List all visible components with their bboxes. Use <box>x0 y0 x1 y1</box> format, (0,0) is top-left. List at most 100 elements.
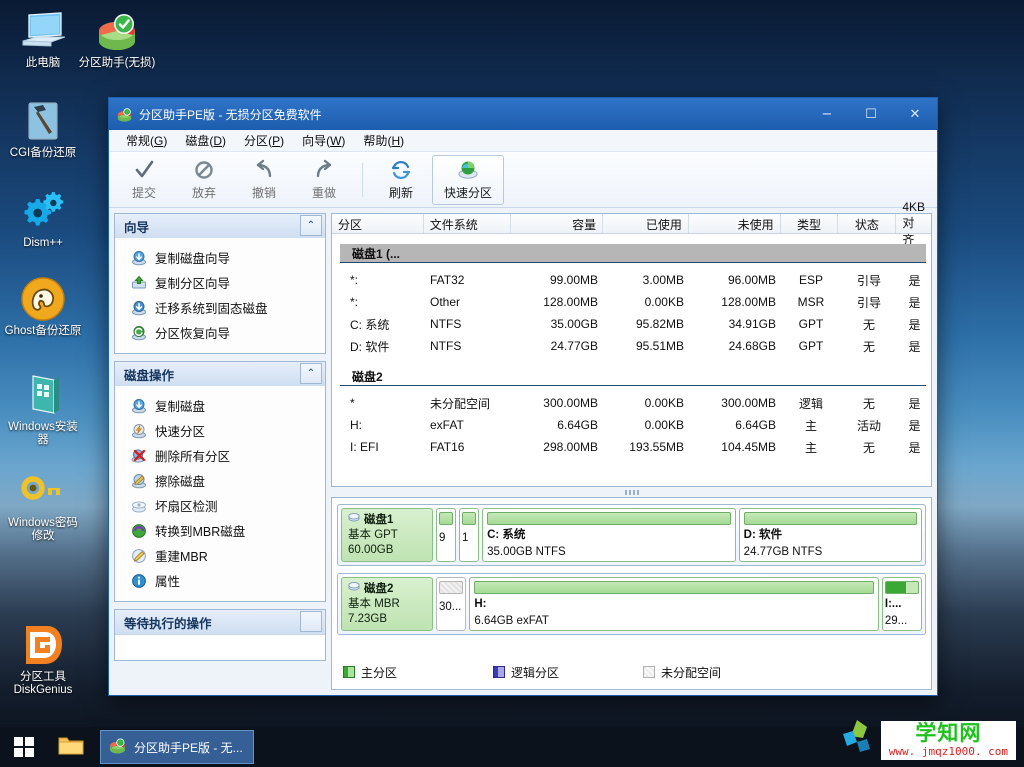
disk-map-row-1[interactable]: 磁盘1 基本 GPT 60.00GB 9 1 <box>337 504 926 566</box>
disk-map-partition-i[interactable]: I:... 29... <box>882 577 922 631</box>
sidebar-item-wipe-disk[interactable]: 擦除磁盘 <box>115 468 325 493</box>
column-header-used[interactable]: 已使用 <box>603 214 689 233</box>
sidebar-item-copy-partition-wizard[interactable]: 复制分区向导 <box>115 270 325 295</box>
desktop-icon-cgi-backup[interactable]: CGI备份还原 <box>4 98 82 160</box>
column-header-alignment[interactable]: 4KB对齐 <box>896 214 931 233</box>
menu-partition[interactable]: 分区(P) <box>235 131 293 150</box>
column-header-status[interactable]: 状态 <box>838 214 896 233</box>
toolbar-redo-button[interactable]: 重做 <box>295 155 353 205</box>
cell-capacity: 99.00MB <box>512 273 604 287</box>
disk-map-partition-d[interactable]: D: 软件 24.77GB NTFS <box>739 508 922 562</box>
disk-map-partition-msr[interactable]: 1 <box>459 508 479 562</box>
book-icon <box>20 372 66 418</box>
desktop-icon-diskgenius[interactable]: 分区工具 DiskGenius <box>4 622 82 697</box>
sidebar-item-convert-to-mbr[interactable]: 转换到MBR磁盘 <box>115 518 325 543</box>
cell-filesystem: exFAT <box>424 418 512 432</box>
toolbar-refresh-button[interactable]: 刷新 <box>372 155 430 205</box>
column-header-partition[interactable]: 分区 <box>332 214 424 233</box>
sidebar-item-bad-sector-check[interactable]: 坏扇区检测 <box>115 493 325 518</box>
desktop-icon-ghost-backup[interactable]: Ghost备份还原 <box>4 276 82 338</box>
sidebar: 向导 ⌃ 复制磁盘向导 复制分区向导 <box>114 213 326 690</box>
column-header-filesystem[interactable]: 文件系统 <box>424 214 512 233</box>
redo-icon <box>313 158 335 182</box>
lightning-icon <box>131 423 147 439</box>
disk-map-info-1: 磁盘1 基本 GPT 60.00GB <box>341 508 433 562</box>
cell-capacity: 298.00MB <box>512 440 604 454</box>
desktop-icon-partition-assistant[interactable]: 分区助手(无损) <box>78 8 156 70</box>
panel-pending-header[interactable]: 等待执行的操作 <box>115 610 325 634</box>
start-button[interactable] <box>0 727 48 767</box>
partition-detail: 9 <box>439 531 453 545</box>
cell-status: 无 <box>840 316 898 333</box>
desktop-icon-dism-plus[interactable]: Dism++ <box>4 188 82 250</box>
usage-bar <box>439 581 463 594</box>
ghost-icon <box>20 276 66 322</box>
close-button[interactable]: ✕ <box>893 99 937 130</box>
check-icon <box>133 158 155 182</box>
sidebar-item-copy-disk[interactable]: 复制磁盘 <box>115 393 325 418</box>
sidebar-item-rebuild-mbr[interactable]: 重建MBR <box>115 543 325 568</box>
partition-list-header: 分区 文件系统 容量 已使用 未使用 类型 状态 4KB对齐 <box>332 214 931 234</box>
column-header-unused[interactable]: 未使用 <box>689 214 781 233</box>
disk-group-title[interactable]: 磁盘2 <box>340 367 926 386</box>
chevron-up-icon[interactable]: ⌃ <box>300 215 322 236</box>
chevron-up-icon[interactable] <box>300 611 322 632</box>
panel-disk-operations-header[interactable]: 磁盘操作 ⌃ <box>115 362 325 386</box>
table-row[interactable]: *: FAT32 99.00MB 3.00MB 96.00MB ESP 引导 是 <box>332 269 931 291</box>
disk-map-partition-esp[interactable]: 9 <box>436 508 456 562</box>
toolbar-label: 撤销 <box>252 184 276 201</box>
menu-help[interactable]: 帮助(H) <box>354 131 413 150</box>
sidebar-item-copy-disk-wizard[interactable]: 复制磁盘向导 <box>115 245 325 270</box>
pending-operations-list[interactable] <box>115 634 325 660</box>
toolbar-commit-button[interactable]: 提交 <box>115 155 173 205</box>
app-icon <box>108 736 127 758</box>
disk-group-title[interactable]: 磁盘1 (... <box>340 244 926 263</box>
menu-general[interactable]: 常规(G) <box>117 131 176 150</box>
disk-map-partition-h[interactable]: H: 6.64GB exFAT <box>469 577 879 631</box>
menu-wizard[interactable]: 向导(W) <box>293 131 354 150</box>
sidebar-item-delete-all-partitions[interactable]: 删除所有分区 <box>115 443 325 468</box>
chevron-up-icon[interactable]: ⌃ <box>300 363 322 384</box>
table-row[interactable]: H: exFAT 6.64GB 0.00KB 6.64GB 主 活动 是 <box>332 414 931 436</box>
toolbar-label: 提交 <box>132 184 156 201</box>
toolbar-label: 刷新 <box>389 184 413 201</box>
menu-disk[interactable]: 磁盘(D) <box>176 131 235 150</box>
table-row[interactable]: * 未分配空间 300.00MB 0.00KB 300.00MB 逻辑 无 是 <box>332 392 931 414</box>
disk-map-row-2[interactable]: 磁盘2 基本 MBR 7.23GB 30... H: 6.64GB exFAT <box>337 573 926 635</box>
cell-alignment: 是 <box>898 395 931 412</box>
taskbar-file-explorer[interactable] <box>50 727 92 767</box>
sidebar-item-properties[interactable]: 属性 <box>115 568 325 593</box>
toolbar-undo-button[interactable]: 撤销 <box>235 155 293 205</box>
toolbar-quick-partition-button[interactable]: 快速分区 <box>432 155 504 205</box>
table-row[interactable]: C: 系统 NTFS 35.00GB 95.82MB 34.91GB GPT 无… <box>332 313 931 335</box>
cell-status: 无 <box>840 338 898 355</box>
maximize-button[interactable]: ☐ <box>849 99 893 130</box>
disk-map-partition-c[interactable]: C: 系统 35.00GB NTFS <box>482 508 736 562</box>
cell-type: GPT <box>782 317 840 331</box>
horizontal-splitter[interactable] <box>331 487 932 497</box>
table-row[interactable]: I: EFI FAT16 298.00MB 193.55MB 104.45MB … <box>332 436 931 458</box>
watermark-box: 学知网 www. jmqz1000. com <box>881 721 1016 760</box>
toolbar-discard-button[interactable]: 放弃 <box>175 155 233 205</box>
desktop-icon-windows-password[interactable]: Windows密码修改 <box>4 468 82 543</box>
desktop-icon-windows-installer[interactable]: Windows安装器 <box>4 372 82 447</box>
copy-partition-icon <box>131 275 147 291</box>
sidebar-item-migrate-os[interactable]: 迁移系统到固态磁盘 <box>115 295 325 320</box>
panel-wizard-header[interactable]: 向导 ⌃ <box>115 214 325 238</box>
disk-map-legend: 主分区 逻辑分区 未分配空间 <box>337 661 926 683</box>
column-header-type[interactable]: 类型 <box>781 214 839 233</box>
sidebar-item-quick-partition[interactable]: 快速分区 <box>115 418 325 443</box>
column-header-capacity[interactable]: 容量 <box>511 214 603 233</box>
cell-partition: *: <box>332 295 424 309</box>
disk-map-partition-unallocated[interactable]: 30... <box>436 577 466 631</box>
sidebar-item-recover-partition-wizard[interactable]: 分区恢复向导 <box>115 320 325 345</box>
sidebar-item-label: 重建MBR <box>155 546 208 565</box>
window-title: 分区助手PE版 - 无损分区免费软件 <box>139 106 805 123</box>
partition-label: D: 软件 <box>744 529 782 541</box>
taskbar-task-partition-assistant[interactable]: 分区助手PE版 - 无... <box>100 730 254 764</box>
table-row[interactable]: D: 软件 NTFS 24.77GB 95.51MB 24.68GB GPT 无… <box>332 335 931 357</box>
window-titlebar[interactable]: 分区助手PE版 - 无损分区免费软件 − ☐ ✕ <box>109 98 937 130</box>
table-row[interactable]: *: Other 128.00MB 0.00KB 128.00MB MSR 引导… <box>332 291 931 313</box>
minimize-button[interactable]: − <box>805 99 849 130</box>
desktop-icon-this-pc[interactable]: 此电脑 <box>4 8 82 70</box>
